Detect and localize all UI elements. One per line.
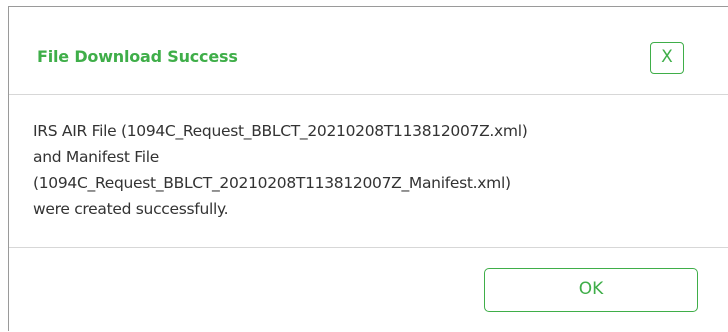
message-line-3: (1094C_Request_BBLCT_20210208T113812007Z… [33, 174, 511, 192]
dialog-header: File Download Success X [9, 7, 728, 95]
dialog-footer: OK [9, 249, 728, 332]
success-message: IRS AIR File (1094C_Request_BBLCT_202102… [33, 118, 713, 222]
message-line-4: were created successfully. [33, 200, 229, 218]
dialog-title: File Download Success [37, 47, 238, 66]
dialog-body: IRS AIR File (1094C_Request_BBLCT_202102… [9, 95, 728, 248]
message-line-1: IRS AIR File (1094C_Request_BBLCT_202102… [33, 122, 528, 140]
ok-button[interactable]: OK [484, 268, 698, 312]
message-line-2: and Manifest File [33, 148, 159, 166]
close-button[interactable]: X [650, 42, 684, 74]
file-download-success-dialog: File Download Success X IRS AIR File (10… [8, 6, 728, 331]
